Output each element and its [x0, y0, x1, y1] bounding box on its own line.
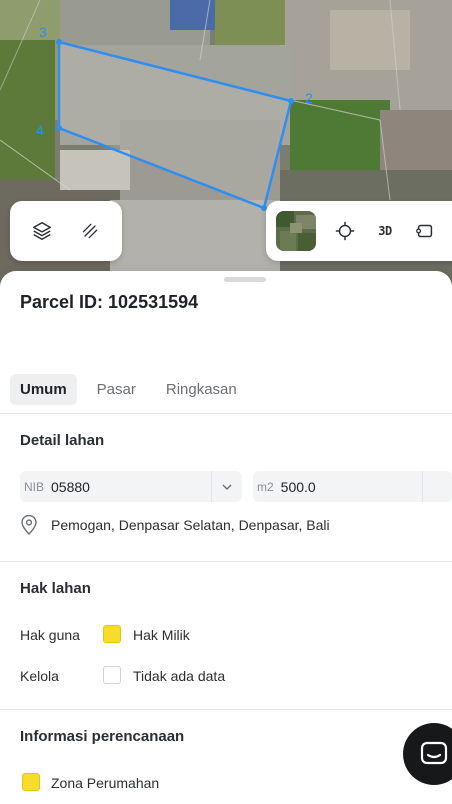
area-value: 500.0: [280, 478, 316, 495]
kelola-value: Tidak ada data: [133, 668, 226, 684]
divider: [0, 413, 452, 414]
locate-button[interactable]: [325, 211, 365, 251]
share-icon: [416, 224, 433, 238]
zone-label: Zona Perumahan: [51, 775, 160, 791]
location-text: Pemogan, Denpasar Selatan, Denpasar, Bal…: [51, 517, 330, 533]
map-toolbar-left: [10, 201, 122, 261]
crosshair-icon: [335, 221, 355, 241]
chat-icon: [420, 741, 448, 765]
tab-umum[interactable]: Umum: [10, 374, 77, 405]
hak-milik-swatch: [103, 625, 121, 643]
tab-pasar[interactable]: Pasar: [87, 374, 146, 405]
chevron-down-icon: [211, 471, 242, 502]
sheet-drag-handle[interactable]: [224, 277, 266, 282]
rights-heading: Hak lahan: [20, 580, 91, 597]
nib-value: 05880: [51, 478, 90, 495]
area-field-end: [422, 471, 452, 502]
map-pin-icon: [21, 515, 37, 535]
tab-bar: Umum Pasar Ringkasan: [10, 374, 257, 405]
vertex-label: 3: [39, 24, 47, 40]
vertex-label: 2: [305, 90, 313, 106]
measure-button[interactable]: [70, 211, 110, 251]
area-field[interactable]: m2 500.0: [253, 471, 452, 502]
tab-ringkasan[interactable]: Ringkasan: [156, 374, 247, 405]
3d-toggle-button[interactable]: 3D: [365, 211, 405, 251]
nib-prefix: NIB: [24, 479, 45, 494]
measure-icon: [82, 223, 98, 239]
layers-icon: [33, 222, 51, 240]
map-toolbar-right: 3D: [266, 201, 452, 261]
divider: [0, 709, 452, 710]
hak-guna-value: Hak Milik: [133, 627, 190, 643]
planning-heading: Informasi perencanaan: [20, 728, 185, 745]
vertex-label: 4: [36, 122, 44, 138]
kelola-swatch: [103, 666, 121, 684]
satellite-thumbnail[interactable]: [276, 211, 316, 251]
kelola-label: Kelola: [20, 668, 59, 684]
nib-select[interactable]: NIB 05880: [20, 471, 242, 502]
zone-swatch: [22, 773, 40, 791]
parcel-bottom-sheet: Parcel ID: 102531594 Umum Pasar Ringkasa…: [0, 271, 452, 804]
layers-button[interactable]: [22, 211, 62, 251]
area-prefix: m2: [257, 479, 274, 494]
parcel-title: Parcel ID: 102531594: [20, 292, 199, 312]
more-button[interactable]: [405, 211, 445, 251]
location-row: Pemogan, Denpasar Selatan, Denpasar, Bal…: [20, 515, 330, 535]
divider: [0, 561, 452, 562]
satellite-view-icon: [276, 211, 316, 251]
hak-guna-label: Hak guna: [20, 627, 80, 643]
detail-heading: Detail lahan: [20, 432, 105, 449]
